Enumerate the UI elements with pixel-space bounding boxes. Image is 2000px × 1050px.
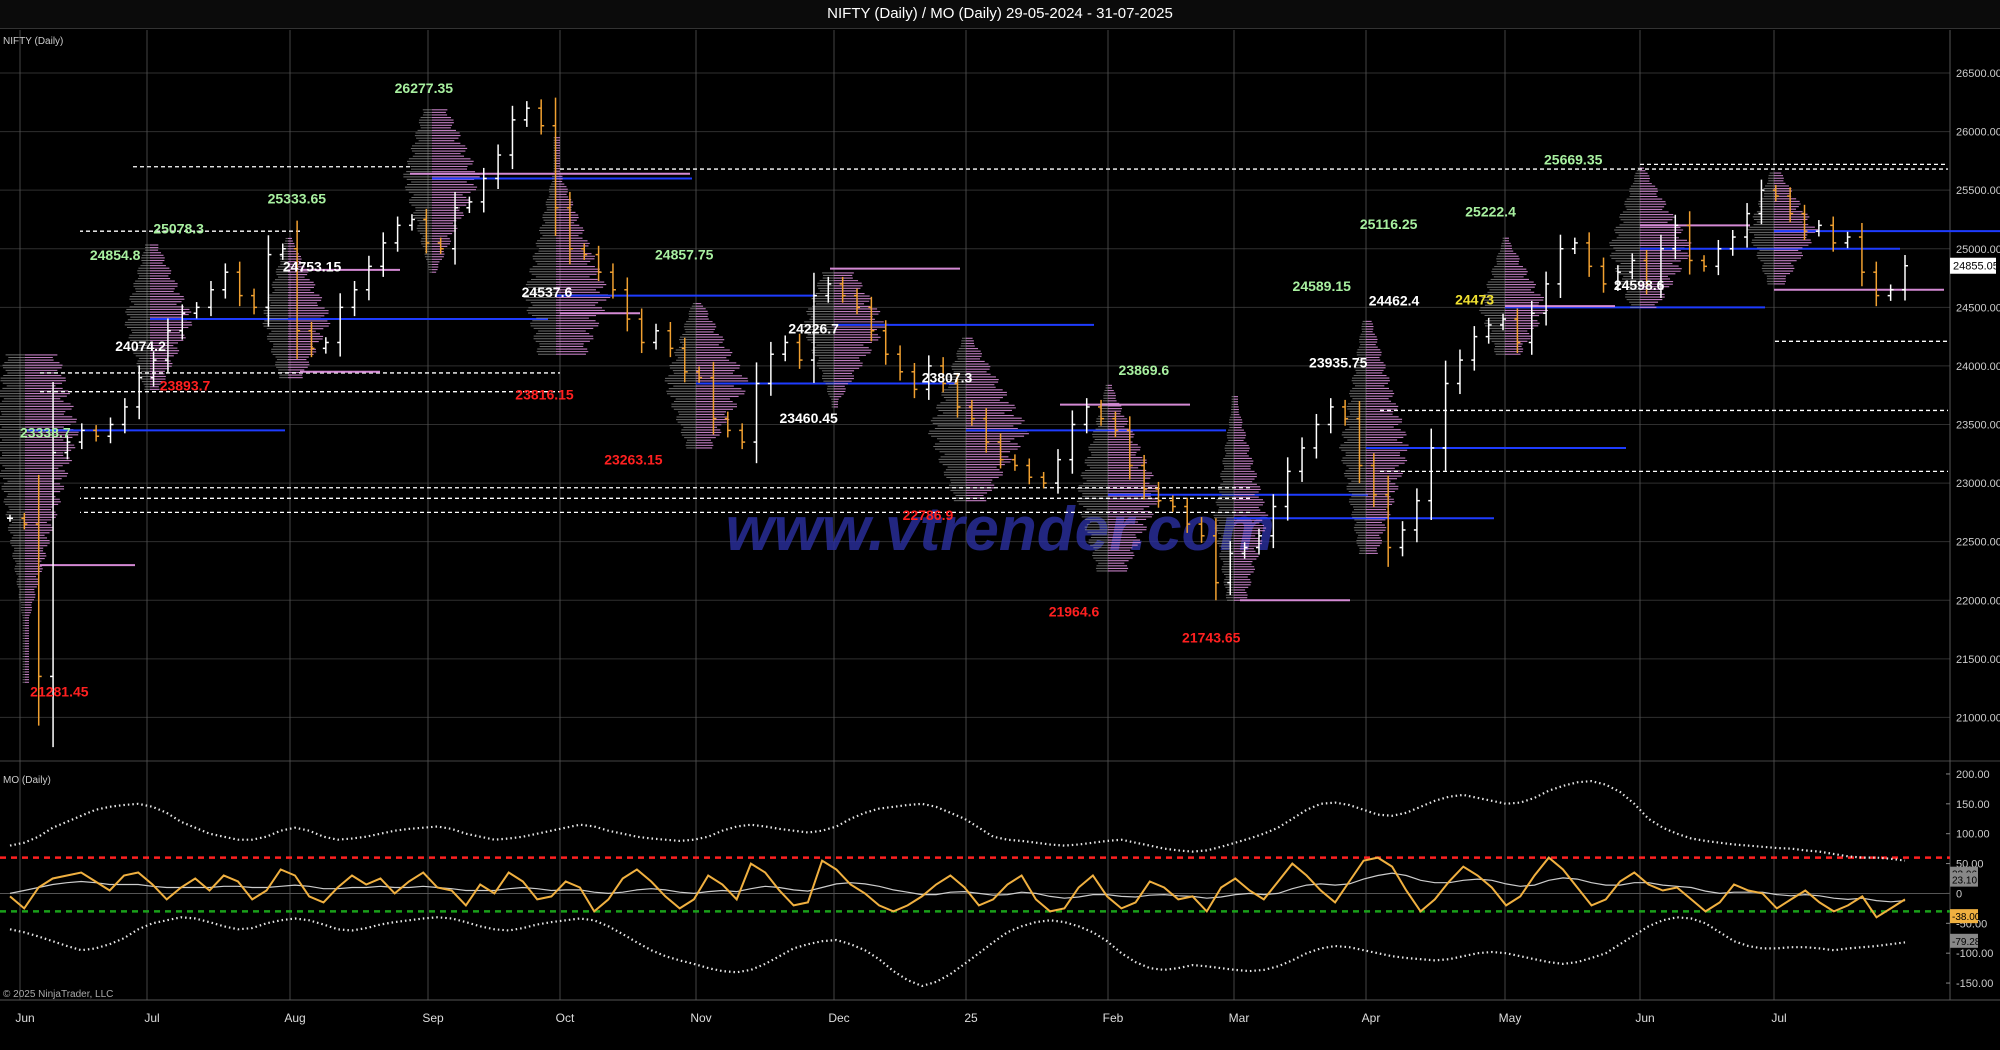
x-tick-label: Jul (1771, 1011, 1786, 1025)
y-tick-label: 25000.00 (1956, 244, 2000, 256)
price-annotation-high: 25222.4 (1465, 204, 1516, 220)
price-annotation-level: 24462.4 (1369, 293, 1420, 309)
watermark: www.vtrender.com (726, 495, 1275, 564)
price-annotation-low: 22786.9 (903, 507, 954, 523)
y-tick-label: 24500.00 (1956, 302, 2000, 314)
price-annotation-high: 25116.25 (1360, 216, 1418, 232)
x-tick-label: Mar (1229, 1011, 1250, 1025)
osc-y-tick-label: 150.00 (1956, 799, 1990, 811)
price-annotation-level: 24074.2 (115, 338, 166, 354)
price-annotation-high: 25078.3 (153, 221, 204, 237)
x-tick-label: Jun (1635, 1011, 1654, 1025)
price-annotation-high: 24854.8 (90, 247, 141, 263)
price-annotation-low: 23263.15 (604, 451, 663, 467)
x-tick-label: May (1499, 1011, 1522, 1025)
osc-value-label: 23.10 (1952, 876, 1977, 887)
x-tick-label: Nov (690, 1011, 711, 1025)
price-annotation-high: 25669.35 (1544, 151, 1603, 167)
price-annotation-level: 23935.75 (1309, 354, 1368, 370)
y-tick-label: 21500.00 (1956, 654, 2000, 666)
x-tick-label: 25 (964, 1011, 978, 1025)
price-annotation-high: 24857.75 (655, 246, 714, 262)
price-annotation-low: 21964.6 (1049, 603, 1100, 619)
price-annotation-low: 23893.7 (160, 377, 211, 393)
y-tick-label: 24000.00 (1956, 361, 2000, 373)
chart-window: NIFTY (Daily) / MO (Daily) 29-05-2024 - … (0, 0, 2000, 1050)
x-tick-label: Oct (556, 1011, 575, 1025)
price-panel-label: NIFTY (Daily) (3, 36, 63, 47)
x-tick-label: Sep (422, 1011, 444, 1025)
last-price-label: 24855.05 (1953, 261, 1999, 273)
x-tick-label: Jul (144, 1011, 159, 1025)
x-tick-label: Jun (15, 1011, 34, 1025)
x-tick-label: Dec (828, 1011, 849, 1025)
oscillator-panel-label: MO (Daily) (3, 775, 51, 786)
price-annotation-low: 23816.15 (515, 386, 574, 402)
price-annotation-low: 21281.45 (30, 683, 89, 699)
y-tick-label: 23500.00 (1956, 420, 2000, 432)
price-annotation-high: 24589.15 (1293, 278, 1352, 294)
y-tick-label: 26000.00 (1956, 127, 2000, 139)
x-tick-label: Feb (1103, 1011, 1124, 1025)
y-tick-label: 25500.00 (1956, 185, 2000, 197)
osc-y-tick-label: -100.00 (1956, 948, 1993, 960)
osc-value-label: -38.00 (1952, 912, 1981, 923)
osc-y-tick-label: 0 (1956, 888, 1962, 900)
y-tick-label: 22000.00 (1956, 595, 2000, 607)
price-annotation-high: 23338.7 (20, 424, 71, 440)
price-annotation-level: 24753.15 (283, 259, 342, 275)
price-annotation-high: 26277.35 (395, 80, 454, 96)
osc-y-tick-label: -150.00 (1956, 978, 1993, 990)
y-tick-label: 23000.00 (1956, 478, 2000, 490)
price-annotation-level: 24537.6 (522, 284, 573, 300)
osc-y-tick-label: 100.00 (1956, 829, 1990, 841)
osc-value-label: -79.28 (1952, 937, 1981, 948)
y-tick-label: 26500.00 (1956, 68, 2000, 80)
x-tick-label: Apr (1362, 1011, 1381, 1025)
x-tick-label: Aug (284, 1011, 305, 1025)
y-tick-label: 21000.00 (1956, 712, 2000, 724)
price-annotation-yellow: 24473 (1455, 292, 1494, 308)
osc-y-tick-label: 200.00 (1956, 769, 1990, 781)
price-annotation-low: 21743.65 (1182, 629, 1241, 645)
chart-canvas[interactable]: Jun Jul Aug Sep Oct Nov Dec 25 Feb Mar Apr May Jun Ju… (0, 0, 2000, 1050)
y-tick-label: 22500.00 (1956, 537, 2000, 549)
price-annotation-high: 23869.6 (1119, 362, 1170, 378)
price-annotation-level: 24598.6 (1614, 277, 1665, 293)
price-annotation-level: 23460.45 (779, 410, 838, 426)
price-annotation-level: 24226.7 (788, 320, 839, 336)
copyright-label: © 2025 NinjaTrader, LLC (3, 989, 113, 1000)
price-annotation-high: 25333.65 (268, 191, 327, 207)
price-annotation-level: 23807.3 (922, 370, 973, 386)
